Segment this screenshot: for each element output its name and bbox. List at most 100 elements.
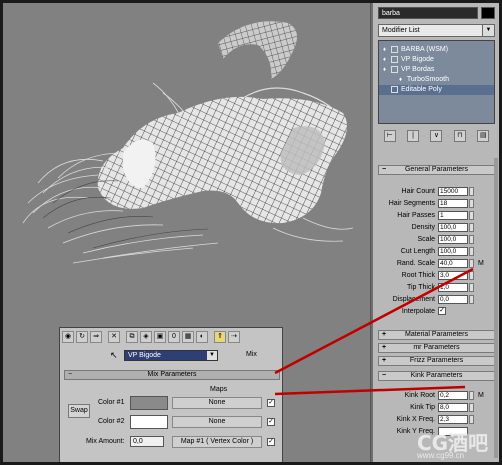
spinner-arrows-icon[interactable] (469, 271, 474, 280)
show-map-icon[interactable]: ▦ (182, 331, 194, 343)
chevron-down-icon[interactable]: ▼ (482, 25, 494, 36)
map-button[interactable]: M (478, 390, 484, 401)
go-forward-sibling-icon[interactable]: ⇢ (228, 331, 240, 343)
spinner-arrows-icon[interactable] (469, 223, 474, 232)
bulb-icon[interactable]: ♦ (383, 45, 389, 55)
kink-tip-spinner[interactable]: 8,0 (438, 403, 468, 412)
param-rand-scale: Rand. Scale 40,0 M (396, 258, 484, 269)
remove-modifier-icon[interactable]: ⊓ (453, 130, 466, 142)
spinner-arrows-icon[interactable] (469, 211, 474, 220)
spinner-arrows-icon[interactable] (469, 187, 474, 196)
kink-x-freq-spinner[interactable]: 2,3 (438, 415, 468, 424)
hair-count-spinner[interactable]: 15000 (438, 187, 468, 196)
param-scale: Scale 100,0 (378, 234, 493, 245)
hair-passes-spinner[interactable]: 1 (438, 211, 468, 220)
density-spinner[interactable]: 100,0 (438, 223, 468, 232)
rollout-mr-parameters[interactable]: + mr Parameters (378, 343, 495, 353)
spinner-arrows-icon[interactable] (469, 391, 474, 400)
rand-scale-spinner[interactable]: 40,0 (438, 259, 468, 268)
param-kink-root: Kink Root 0,2 M (404, 390, 484, 401)
color1-swatch[interactable] (130, 396, 168, 410)
mix-amount-spinner[interactable]: 0,0 (130, 436, 164, 447)
param-interpolate: Interpolate ✓ (401, 307, 446, 315)
param-cut-length: Cut Length 100,0 (378, 246, 493, 257)
expand-icon[interactable] (391, 55, 398, 63)
spinner-arrows-icon[interactable] (469, 295, 474, 304)
kink-root-spinner[interactable]: 0,2 (438, 391, 468, 400)
color1-map-checkbox[interactable]: ✓ (267, 399, 275, 407)
map-name-dropdown[interactable]: VP Bigode ▼ (124, 350, 218, 361)
spinner-arrows-icon[interactable] (469, 247, 474, 256)
chevron-down-icon[interactable]: ▼ (207, 351, 217, 360)
configure-sets-icon[interactable]: ▤ (477, 130, 490, 142)
tip-thick-spinner[interactable]: 1,0 (438, 283, 468, 292)
go-to-parent-icon[interactable]: ⇑ (214, 331, 226, 343)
show-end-result-icon[interactable]: | (407, 130, 420, 142)
map-button[interactable]: M (478, 258, 484, 269)
mix-amount-map-button[interactable]: Map #1 ( Vertex Color ) (172, 436, 262, 448)
stack-item-barba[interactable]: ♦ BARBA (WSM) (379, 45, 494, 55)
material-id-icon[interactable]: 0 (168, 331, 180, 343)
scale-spinner[interactable]: 100,0 (438, 235, 468, 244)
color2-swatch[interactable] (130, 415, 168, 429)
put-to-library-icon[interactable]: ▣ (154, 331, 166, 343)
color2-map-button[interactable]: None (172, 416, 262, 428)
assign-material-icon[interactable]: ⇒ (90, 331, 102, 343)
displacement-spinner[interactable]: 0,0 (438, 295, 468, 304)
make-unique-icon[interactable]: ∨ (430, 130, 443, 142)
expand-plus-icon: + (382, 331, 387, 338)
rollout-material-parameters[interactable]: + Material Parameters (378, 330, 495, 340)
make-unique-icon[interactable]: ◈ (140, 331, 152, 343)
color1-map-button[interactable]: None (172, 397, 262, 409)
interpolate-checkbox[interactable]: ✓ (438, 307, 446, 315)
rollout-mix-parameters[interactable]: − Mix Parameters (64, 370, 280, 380)
spinner-arrows-icon[interactable] (469, 259, 474, 268)
spinner-arrows-icon[interactable] (469, 235, 474, 244)
stack-item-vp-bigode[interactable]: ♦ VP Bigode (379, 55, 494, 65)
watermark-url: www.cg99.cn (417, 451, 465, 460)
get-material-icon[interactable]: ◉ (62, 331, 74, 343)
map-type-label[interactable]: Mix (246, 351, 257, 358)
cut-length-spinner[interactable]: 100,0 (438, 247, 468, 256)
spinner-arrows-icon[interactable] (469, 283, 474, 292)
spinner-arrows-icon[interactable] (469, 403, 474, 412)
bulb-icon[interactable]: ♦ (383, 65, 389, 75)
color2-map-checkbox[interactable]: ✓ (267, 418, 275, 426)
color2-label: Color #2 (98, 418, 125, 425)
root-thick-spinner[interactable]: 3,0 (438, 271, 468, 280)
rollout-kink-parameters[interactable]: − Kink Parameters (378, 371, 495, 381)
object-color-swatch[interactable] (481, 7, 495, 19)
material-editor-toolbar: ◉ ↻ ⇒ ✕ ⧉ ◈ ▣ 0 ▦ ◐ ⇑ ⇢ (62, 330, 280, 344)
rollout-frizz-parameters[interactable]: + Frizz Parameters (378, 356, 495, 366)
modifier-list-dropdown[interactable]: Modifier List ▼ (378, 24, 495, 37)
put-to-scene-icon[interactable]: ↻ (76, 331, 88, 343)
stack-item-editable-poly[interactable]: Editable Poly (379, 85, 494, 95)
spinner-arrows-icon[interactable] (469, 199, 474, 208)
collapse-icon: − (68, 371, 73, 378)
bulb-icon[interactable]: ♦ (399, 75, 405, 85)
swap-button[interactable]: Swap (68, 404, 90, 418)
copy-material-icon[interactable]: ⧉ (126, 331, 138, 343)
spinner-arrows-icon[interactable] (469, 415, 474, 424)
stack-item-vp-bordas[interactable]: ♦ VP Bordas (379, 65, 494, 75)
rollout-general-parameters[interactable]: − General Parameters (378, 165, 495, 175)
mix-amount-map-checkbox[interactable]: ✓ (267, 438, 275, 446)
expand-icon[interactable] (391, 45, 398, 53)
modifier-stack[interactable]: ♦ BARBA (WSM) ♦ VP Bigode ♦ VP Bordas ♦ Tur… (378, 40, 495, 124)
pick-material-icon[interactable]: ↖ (110, 350, 118, 361)
bulb-icon[interactable]: ♦ (383, 55, 389, 65)
expand-icon[interactable] (391, 85, 398, 93)
param-hair-count: Hair Count 15000 (378, 186, 493, 197)
param-density: Density 100,0 (378, 222, 493, 233)
show-end-result-icon[interactable]: ◐ (196, 331, 208, 343)
stack-item-turbosmooth[interactable]: ♦ TurboSmooth (379, 75, 494, 85)
mix-amount-label: Mix Amount: (86, 438, 125, 445)
panel-scrollbar[interactable] (494, 158, 498, 458)
expand-icon[interactable] (391, 65, 398, 73)
pin-stack-icon[interactable]: ⊢ (383, 130, 396, 142)
reset-map-icon[interactable]: ✕ (108, 331, 120, 343)
screen-frame: barba Modifier List ▼ ♦ BARBA (WSM) ♦ VP B… (3, 3, 499, 462)
hair-segments-spinner[interactable]: 18 (438, 199, 468, 208)
param-hair-segments: Hair Segments 18 (378, 198, 493, 209)
object-name-field[interactable]: barba (378, 7, 478, 19)
